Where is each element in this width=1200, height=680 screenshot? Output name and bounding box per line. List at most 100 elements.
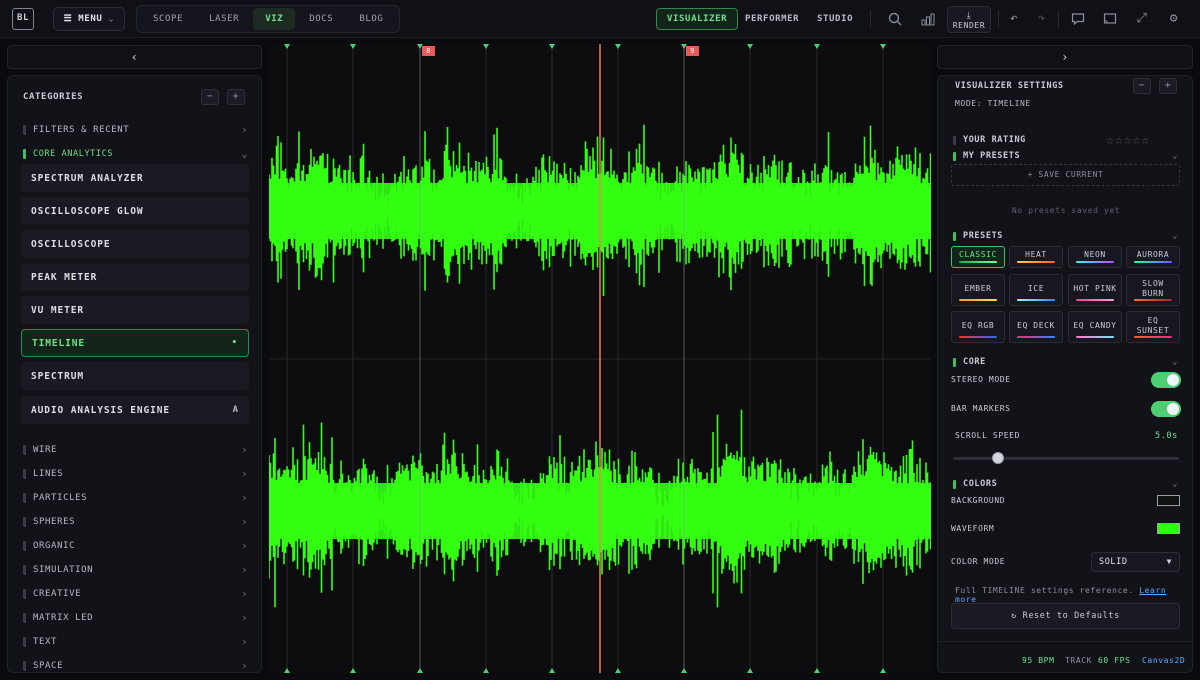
nav-tab-laser[interactable]: LASER [197, 8, 251, 30]
colors-label: COLORS [963, 479, 998, 489]
category-text[interactable]: TEXT › [23, 635, 248, 649]
nav-tab-scope[interactable]: SCOPE [141, 8, 195, 30]
viz-item-spectrum[interactable]: SPECTRUM [21, 362, 249, 390]
category-marker [23, 469, 26, 479]
redo-icon[interactable]: ↷ [1031, 8, 1053, 30]
preset-label: HEAT [1025, 250, 1047, 259]
viz-item-oscilloscope[interactable]: OSCILLOSCOPE [21, 230, 249, 258]
mode-tab-visualizer[interactable]: VISUALIZER [656, 8, 739, 30]
scroll-speed-track[interactable] [953, 457, 1179, 460]
beat-marker-top [880, 44, 886, 49]
color-mode-select[interactable]: SOLID ▼ [1091, 552, 1180, 572]
viz-item-label: VU METER [31, 304, 84, 316]
preset-label: ICE [1027, 284, 1045, 293]
waveform-color-swatch[interactable] [1157, 523, 1180, 534]
category-simulation[interactable]: SIMULATION › [23, 563, 248, 577]
settings-collapse-button[interactable]: − [1133, 78, 1151, 94]
category-wire[interactable]: WIRE › [23, 443, 248, 457]
collapse-all-button[interactable]: − [201, 89, 219, 105]
preset-classic[interactable]: CLASSIC [951, 246, 1005, 268]
nav-tab-blog[interactable]: BLOG [347, 8, 395, 30]
preset-slow-burn[interactable]: SLOW BURN [1126, 274, 1180, 306]
beat-marker-top [549, 44, 555, 49]
expand-all-button[interactable]: + [227, 89, 245, 105]
viz-item-vu-meter[interactable]: VU METER [21, 296, 249, 324]
fullscreen-icon[interactable]: ⤢ [1131, 8, 1153, 30]
bar-marker-label[interactable]: 9 [686, 46, 699, 56]
core-section[interactable]: CORE [953, 357, 986, 367]
background-color-swatch[interactable] [1157, 495, 1180, 506]
category-spheres[interactable]: SPHERES › [23, 515, 248, 529]
viz-item-timeline[interactable]: TIMELINE • [21, 329, 249, 357]
category-lines[interactable]: LINES › [23, 467, 248, 481]
stereo-mode-toggle[interactable] [1151, 372, 1181, 388]
chevron-right-icon: › [241, 588, 248, 600]
preset-eq-sunset[interactable]: EQ SUNSET [1126, 311, 1180, 343]
preset-eq-deck[interactable]: EQ DECK [1009, 311, 1063, 343]
scroll-speed-slider[interactable] [992, 452, 1005, 464]
presets-label: PRESETS [963, 231, 1004, 241]
presets-section[interactable]: PRESETS [953, 231, 1003, 241]
bar-chart-icon[interactable] [917, 8, 939, 30]
preset-ice[interactable]: ICE [1009, 274, 1063, 306]
category-marker [23, 149, 26, 159]
reset-defaults-button[interactable]: ↻ Reset to Defaults [951, 603, 1180, 629]
preset-ember[interactable]: EMBER [951, 274, 1005, 306]
preset-heat[interactable]: HEAT [1009, 246, 1063, 268]
mode-tab-performer[interactable]: PERFORMER [734, 8, 810, 30]
chat-icon[interactable] [1067, 8, 1089, 30]
preset-eq-rgb[interactable]: EQ RGB [951, 311, 1005, 343]
preset-gradient [1134, 261, 1172, 263]
save-current-button[interactable]: + SAVE CURRENT [951, 164, 1180, 186]
category-organic[interactable]: ORGANIC › [23, 539, 248, 553]
menu-button[interactable]: ☰ MENU ⌄ [53, 7, 125, 31]
preset-eq-candy[interactable]: EQ CANDY [1068, 311, 1122, 343]
preset-aurora[interactable]: AURORA [1126, 246, 1180, 268]
chevron-down-icon[interactable]: ⌄ [1172, 231, 1178, 241]
viz-item-audio-analysis-engine[interactable]: AUDIO ANALYSIS ENGINE A [21, 396, 249, 424]
category-filters-recent[interactable]: FILTERS & RECENT › [23, 123, 248, 137]
preset-label: AURORA [1136, 250, 1170, 259]
colors-section[interactable]: COLORS [953, 479, 997, 489]
settings-reference: Full TIMELINE settings reference. Learn … [955, 586, 1192, 604]
search-icon[interactable] [884, 8, 906, 30]
category-marker [23, 613, 26, 623]
app-logo[interactable]: BL [12, 8, 34, 30]
category-label: CREATIVE [33, 589, 82, 599]
category-label: SPACE [33, 661, 64, 671]
category-space[interactable]: SPACE › [23, 659, 248, 672]
my-presets-section[interactable]: MY PRESETS [953, 151, 1020, 161]
collapse-right-button[interactable]: › [937, 45, 1193, 69]
gear-icon[interactable]: ⚙ [1163, 8, 1185, 30]
preset-neon[interactable]: NEON [1068, 246, 1122, 268]
viz-item-peak-meter[interactable]: PEAK METER [21, 263, 249, 291]
viz-item-oscilloscope-glow[interactable]: OSCILLOSCOPE GLOW [21, 197, 249, 225]
cast-icon[interactable] [1099, 8, 1121, 30]
bar-markers-toggle[interactable] [1151, 401, 1181, 417]
render-button[interactable]: ⤓ RENDER [947, 6, 991, 33]
nav-tab-docs[interactable]: DOCS [297, 8, 345, 30]
top-bar: BL ☰ MENU ⌄ SCOPE LASER VIZ DOCS BLOG VI… [0, 0, 1200, 38]
collapse-left-button[interactable]: ‹ [7, 45, 262, 69]
category-particles[interactable]: PARTICLES › [23, 491, 248, 505]
chevron-down-icon: ⌄ [241, 148, 248, 160]
bar-marker-label[interactable]: 8 [422, 46, 435, 56]
nav-tab-viz[interactable]: VIZ [253, 8, 296, 30]
rating-stars[interactable]: ☆☆☆☆☆ [1106, 133, 1150, 148]
chevron-down-icon[interactable]: ⌄ [1172, 357, 1178, 367]
settings-expand-button[interactable]: + [1159, 78, 1177, 94]
preset-hot-pink[interactable]: HOT PINK [1068, 274, 1122, 306]
category-matrix-led[interactable]: MATRIX LED › [23, 611, 248, 625]
timeline-canvas[interactable]: 8 9 [269, 44, 931, 673]
mode-line: MODE: TIMELINE [955, 99, 1031, 108]
undo-icon[interactable]: ↶ [1003, 8, 1025, 30]
bar-markers-label: BAR MARKERS [951, 404, 1011, 413]
viz-item-spectrum-analyzer[interactable]: SPECTRUM ANALYZER [21, 164, 249, 192]
category-core-analytics[interactable]: CORE ANALYTICS ⌄ [23, 147, 248, 161]
viz-item-label: OSCILLOSCOPE GLOW [31, 205, 144, 217]
chevron-down-icon[interactable]: ⌄ [1172, 151, 1178, 161]
mode-tab-studio[interactable]: STUDIO [806, 8, 864, 30]
color-mode-label: COLOR MODE [951, 557, 1006, 566]
chevron-down-icon[interactable]: ⌄ [1172, 479, 1178, 489]
category-creative[interactable]: CREATIVE › [23, 587, 248, 601]
